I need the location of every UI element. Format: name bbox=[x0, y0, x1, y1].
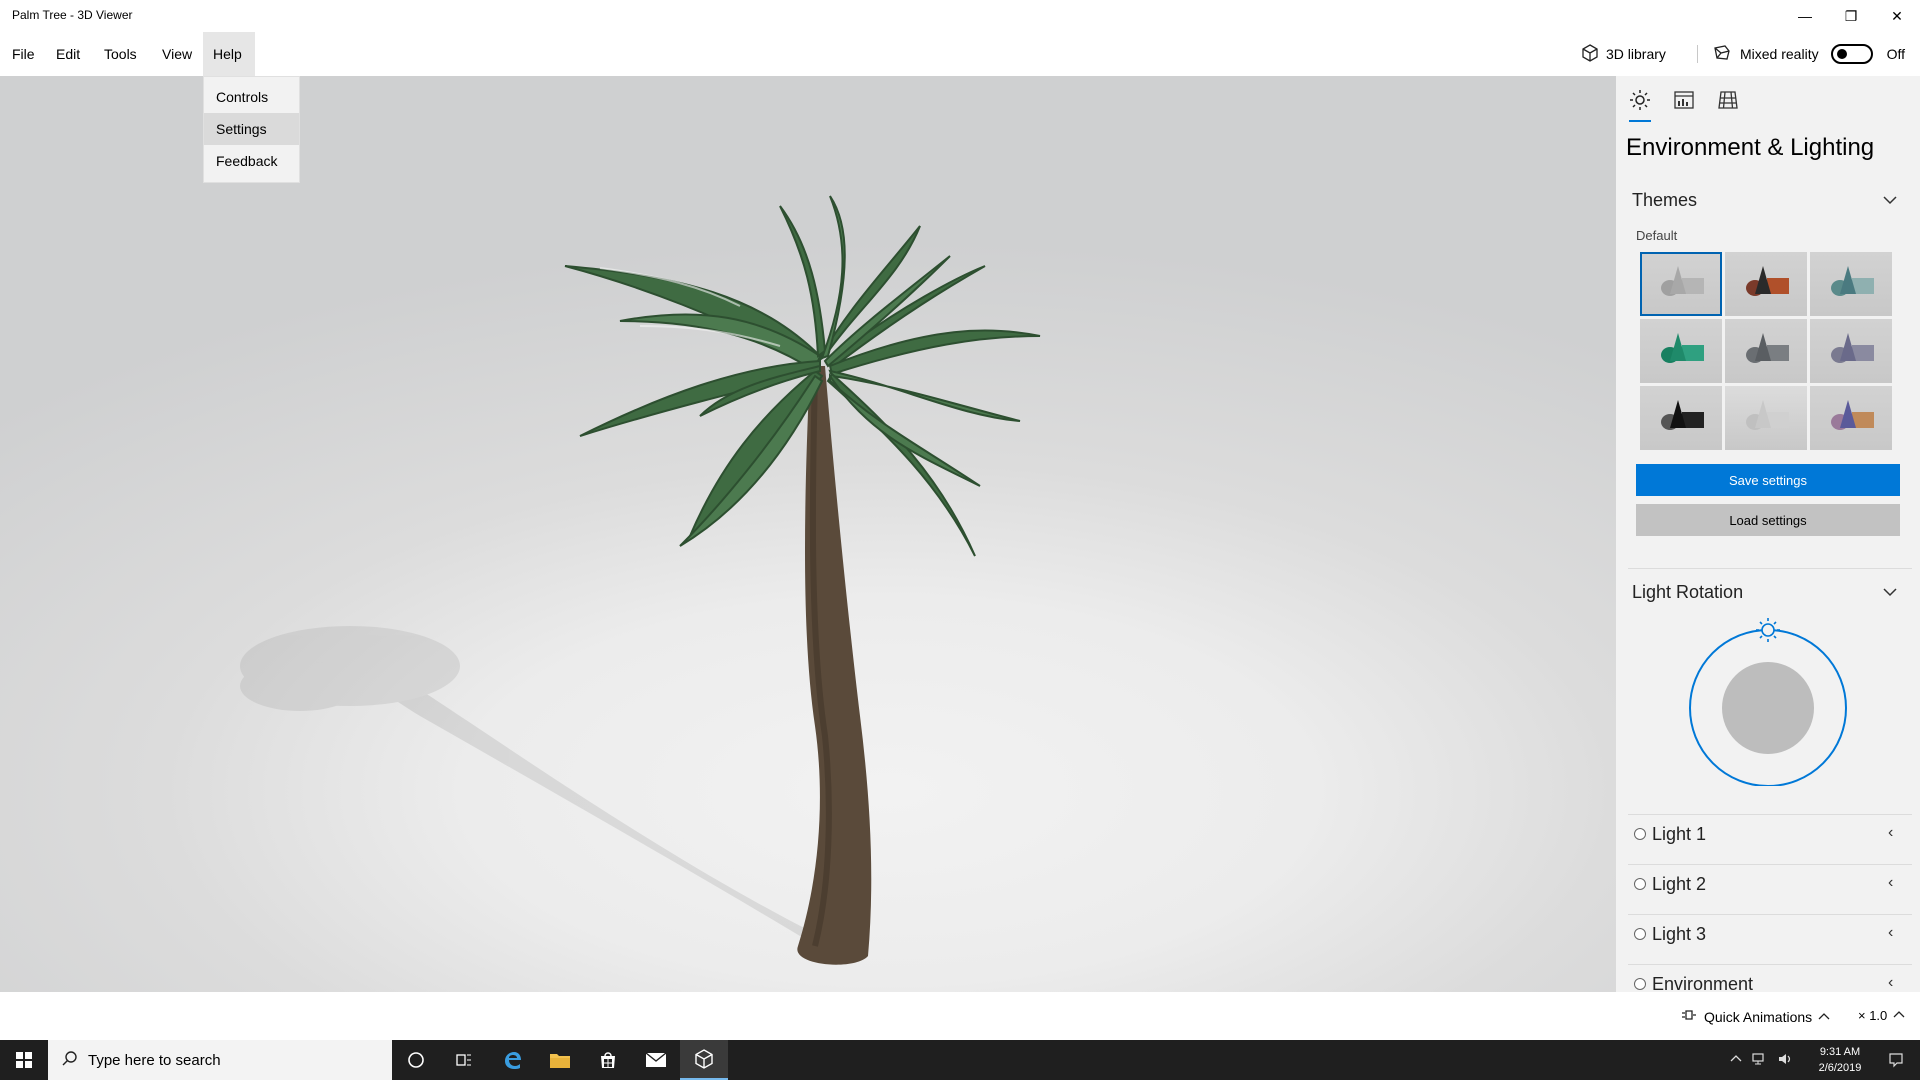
theme-swatch[interactable] bbox=[1640, 319, 1722, 383]
theme-swatch[interactable] bbox=[1725, 252, 1807, 316]
edge-browser-icon[interactable] bbox=[488, 1040, 536, 1080]
help-controls-item[interactable]: Controls bbox=[204, 81, 299, 113]
title-bar: Palm Tree - 3D Viewer — ❐ ✕ bbox=[0, 0, 1920, 32]
light-3-label: Light 3 bbox=[1652, 924, 1707, 944]
light-2-label: Light 2 bbox=[1652, 874, 1707, 894]
theme-grid bbox=[1640, 252, 1892, 450]
network-icon[interactable] bbox=[1752, 1052, 1768, 1069]
light-2-radio[interactable] bbox=[1634, 878, 1646, 890]
theme-swatch[interactable] bbox=[1725, 386, 1807, 450]
tree-shadow bbox=[240, 626, 820, 936]
panel-tabs bbox=[1616, 76, 1920, 124]
environment-radio[interactable] bbox=[1634, 978, 1646, 990]
3d-viewer-taskbar-icon[interactable] bbox=[680, 1040, 728, 1080]
menu-bar: File Edit Tools View Help 3D library Mix… bbox=[0, 32, 1920, 76]
windows-start-icon[interactable] bbox=[0, 1040, 48, 1080]
themes-heading: Themes bbox=[1632, 190, 1698, 210]
3d-viewport[interactable] bbox=[0, 76, 1616, 992]
mixed-reality-icon bbox=[1712, 43, 1732, 66]
mixed-reality-control[interactable]: Mixed reality Off bbox=[1712, 32, 1905, 76]
store-icon[interactable] bbox=[584, 1040, 632, 1080]
chevron-up-icon bbox=[1893, 1008, 1905, 1023]
search-icon bbox=[62, 1050, 78, 1070]
close-button[interactable]: ✕ bbox=[1874, 0, 1920, 32]
palm-tree-model bbox=[240, 195, 1041, 965]
tree-fronds bbox=[564, 195, 1041, 557]
clock-time: 9:31 AM bbox=[1819, 1046, 1861, 1058]
stats-icon[interactable] bbox=[1670, 86, 1698, 114]
help-dropdown: Controls Settings Feedback bbox=[203, 76, 300, 183]
chevron-left-icon: ‹ bbox=[1888, 924, 1894, 941]
tree-trunk bbox=[797, 366, 872, 965]
window-title: Palm Tree - 3D Viewer bbox=[12, 8, 133, 22]
notifications-icon[interactable] bbox=[1872, 1040, 1920, 1080]
cortana-icon[interactable] bbox=[392, 1040, 440, 1080]
panel-title: Environment & Lighting bbox=[1626, 134, 1875, 161]
chevron-up-icon bbox=[1818, 1009, 1830, 1025]
light-rotation-dial[interactable] bbox=[1688, 616, 1848, 791]
mixed-reality-label: Mixed reality bbox=[1740, 46, 1819, 62]
menu-file[interactable]: File bbox=[2, 32, 45, 76]
light-3-row[interactable]: Light 3 ‹ bbox=[1628, 914, 1912, 962]
save-settings-button[interactable]: Save settings bbox=[1636, 464, 1900, 496]
chevron-up-icon[interactable] bbox=[1730, 1053, 1742, 1067]
taskbar: Type here to search 9:31 AM 2/6/2019 bbox=[0, 1040, 1920, 1080]
animation-icon bbox=[1680, 1008, 1698, 1025]
mixed-reality-toggle[interactable] bbox=[1830, 44, 1873, 64]
theme-default-label: Default bbox=[1636, 228, 1678, 243]
theme-swatch[interactable] bbox=[1640, 252, 1722, 316]
divider bbox=[1628, 568, 1912, 569]
chevron-left-icon: ‹ bbox=[1888, 874, 1894, 891]
menu-separator bbox=[1697, 45, 1698, 63]
help-settings-item[interactable]: Settings bbox=[204, 113, 299, 145]
search-placeholder: Type here to search bbox=[88, 1051, 221, 1069]
restore-button[interactable]: ❐ bbox=[1828, 0, 1874, 32]
mixed-reality-state: Off bbox=[1886, 46, 1906, 62]
chevron-left-icon: ‹ bbox=[1888, 974, 1894, 991]
system-tray bbox=[1730, 1040, 1794, 1080]
light-1-radio[interactable] bbox=[1634, 828, 1646, 840]
menu-tools[interactable]: Tools bbox=[94, 32, 147, 76]
sun-icon[interactable] bbox=[1626, 86, 1654, 122]
menu-edit[interactable]: Edit bbox=[46, 32, 90, 76]
light-1-label: Light 1 bbox=[1652, 824, 1707, 844]
3d-library-button[interactable]: 3D library bbox=[1580, 32, 1666, 76]
load-settings-button[interactable]: Load settings bbox=[1636, 504, 1900, 536]
mail-icon[interactable] bbox=[632, 1040, 680, 1080]
status-bar: Quick Animations × 1.0 bbox=[0, 992, 1920, 1040]
taskbar-clock[interactable]: 9:31 AM 2/6/2019 bbox=[1808, 1044, 1872, 1076]
3d-library-label: 3D library bbox=[1606, 46, 1666, 62]
volume-icon[interactable] bbox=[1778, 1052, 1794, 1069]
grid-icon[interactable] bbox=[1714, 86, 1742, 114]
quick-animations-button[interactable]: Quick Animations bbox=[1680, 1008, 1830, 1025]
theme-swatch[interactable] bbox=[1810, 386, 1892, 450]
cube-icon bbox=[1580, 43, 1600, 66]
chevron-left-icon: ‹ bbox=[1888, 824, 1894, 841]
theme-swatch[interactable] bbox=[1810, 252, 1892, 316]
help-feedback-item[interactable]: Feedback bbox=[204, 145, 299, 177]
light-3-radio[interactable] bbox=[1634, 928, 1646, 940]
environment-panel: Environment & Lighting Themes Default Sa… bbox=[1616, 76, 1920, 992]
menu-view[interactable]: View bbox=[152, 32, 202, 76]
light-1-row[interactable]: Light 1 ‹ bbox=[1628, 814, 1912, 862]
theme-swatch[interactable] bbox=[1725, 319, 1807, 383]
environment-row[interactable]: Environment ‹ bbox=[1628, 964, 1912, 992]
light-2-row[interactable]: Light 2 ‹ bbox=[1628, 864, 1912, 912]
light-rotation-collapse-icon[interactable] bbox=[1882, 584, 1898, 603]
taskbar-search-box[interactable]: Type here to search bbox=[48, 1040, 392, 1080]
theme-swatch[interactable] bbox=[1810, 319, 1892, 383]
menu-help[interactable]: Help bbox=[203, 32, 255, 76]
light-rotation-heading: Light Rotation bbox=[1632, 582, 1744, 602]
file-explorer-icon[interactable] bbox=[536, 1040, 584, 1080]
clock-date: 2/6/2019 bbox=[1818, 1062, 1862, 1074]
theme-swatch[interactable] bbox=[1640, 386, 1722, 450]
animation-speed-button[interactable]: × 1.0 bbox=[1858, 1008, 1905, 1023]
animation-speed-label: × 1.0 bbox=[1858, 1008, 1888, 1023]
themes-collapse-icon[interactable] bbox=[1882, 192, 1898, 211]
environment-label: Environment bbox=[1652, 974, 1754, 992]
quick-animations-label: Quick Animations bbox=[1704, 1008, 1813, 1025]
minimize-button[interactable]: — bbox=[1782, 0, 1828, 32]
task-view-icon[interactable] bbox=[440, 1040, 488, 1080]
